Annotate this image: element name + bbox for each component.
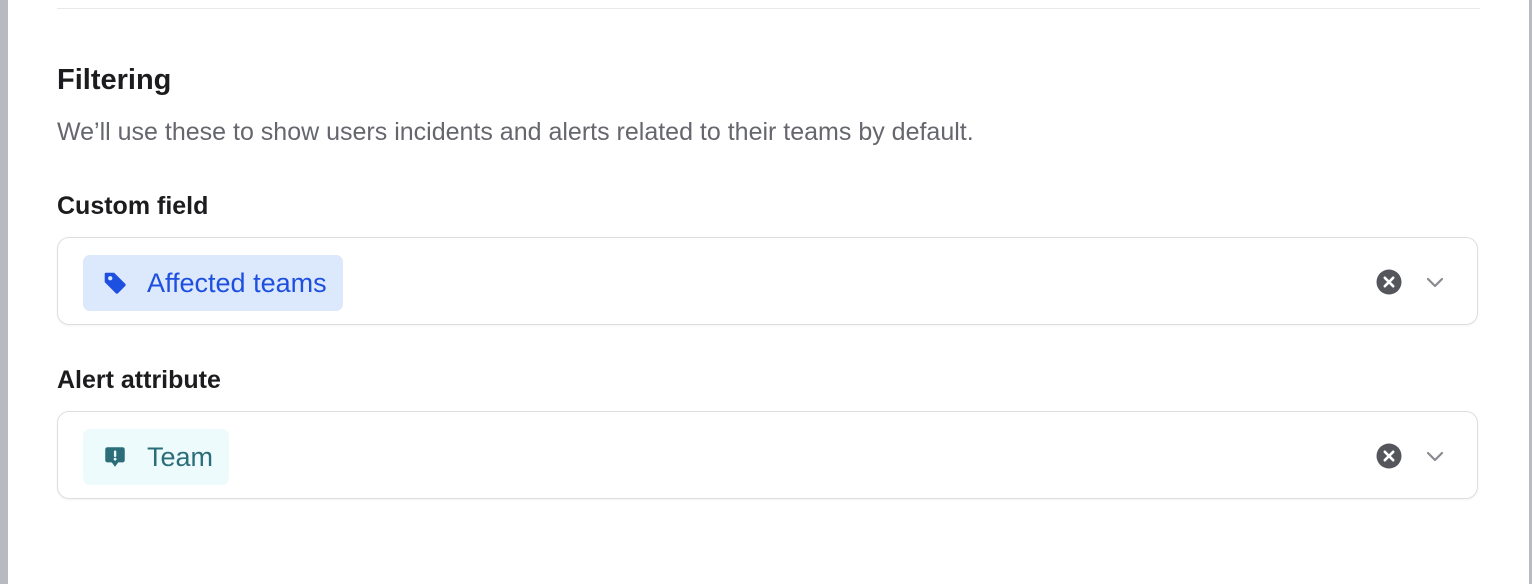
left-panel-edge (0, 0, 8, 584)
clear-icon[interactable] (1376, 269, 1402, 295)
custom-field-chip: Affected teams (83, 255, 343, 311)
chevron-down-icon[interactable] (1423, 444, 1447, 468)
section-title: Filtering (57, 64, 172, 96)
section-divider (57, 8, 1480, 9)
custom-field-select[interactable]: Affected teams (57, 237, 1478, 325)
clear-icon[interactable] (1376, 443, 1402, 469)
alert-message-icon (101, 443, 129, 471)
alert-attribute-value: Team (147, 441, 214, 472)
chevron-down-icon[interactable] (1423, 270, 1447, 294)
alert-attribute-select[interactable]: Team (57, 411, 1478, 499)
custom-field-value: Affected teams (147, 267, 327, 298)
alert-attribute-label: Alert attribute (57, 366, 221, 394)
custom-field-label: Custom field (57, 192, 209, 220)
alert-attribute-chip: Team (83, 429, 230, 485)
section-description: We’ll use these to show users incidents … (57, 118, 974, 146)
tag-icon (101, 269, 129, 297)
